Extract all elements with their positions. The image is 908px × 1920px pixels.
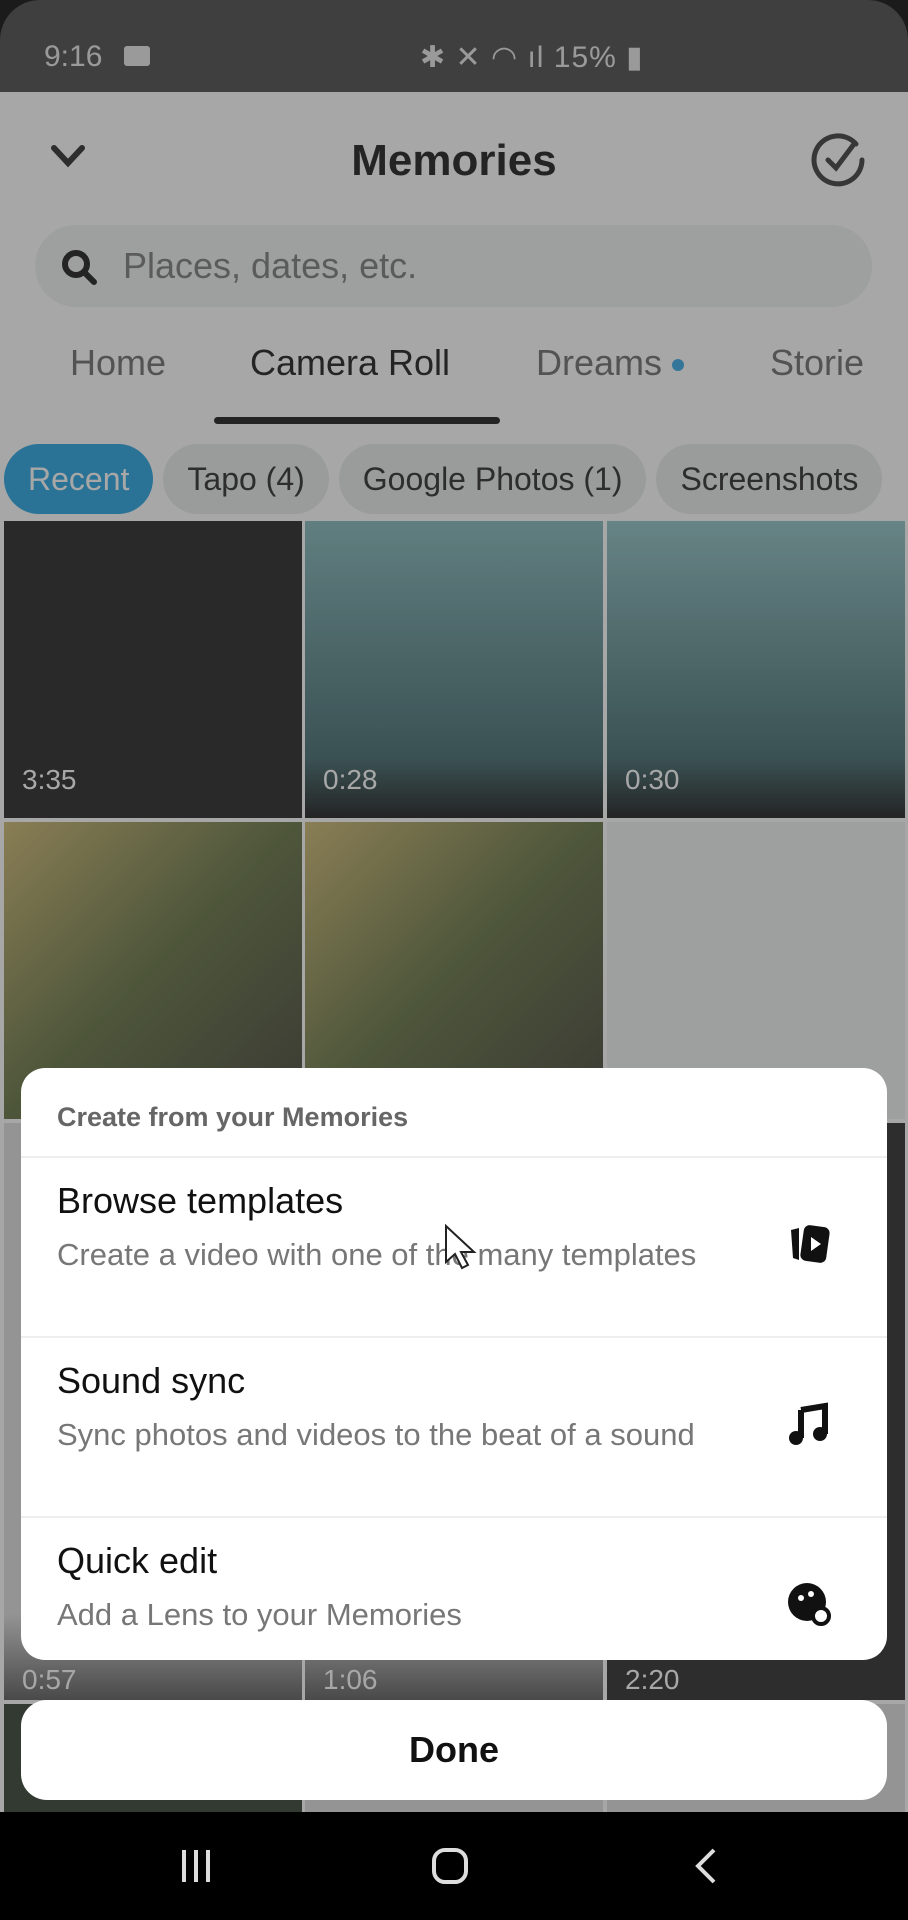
quick-edit-option[interactable]: Quick edit Add a Lens to your Memories xyxy=(21,1518,887,1660)
music-note-icon xyxy=(789,1402,828,1445)
option-description: Sync photos and videos to the beat of a … xyxy=(57,1417,695,1452)
create-sheet: Create from your Memories Browse templat… xyxy=(21,1068,887,1660)
back-icon[interactable] xyxy=(686,1846,726,1886)
sheet-title: Create from your Memories xyxy=(21,1068,887,1158)
templates-icon xyxy=(791,1225,830,1263)
option-title: Sound sync xyxy=(57,1360,246,1401)
lens-icon xyxy=(788,1583,831,1626)
option-title: Browse templates xyxy=(57,1180,344,1221)
option-description: Add a Lens to your Memories xyxy=(57,1597,462,1632)
option-description: Create a video with one of the many temp… xyxy=(57,1237,697,1272)
system-nav-bar xyxy=(0,1812,908,1920)
home-icon[interactable] xyxy=(430,1846,470,1886)
done-button[interactable]: Done xyxy=(21,1700,887,1800)
sound-sync-option[interactable]: Sound sync Sync photos and videos to the… xyxy=(21,1338,887,1518)
option-title: Quick edit xyxy=(57,1540,218,1581)
recent-apps-icon[interactable] xyxy=(176,1846,216,1886)
mouse-cursor-icon xyxy=(445,1224,477,1270)
